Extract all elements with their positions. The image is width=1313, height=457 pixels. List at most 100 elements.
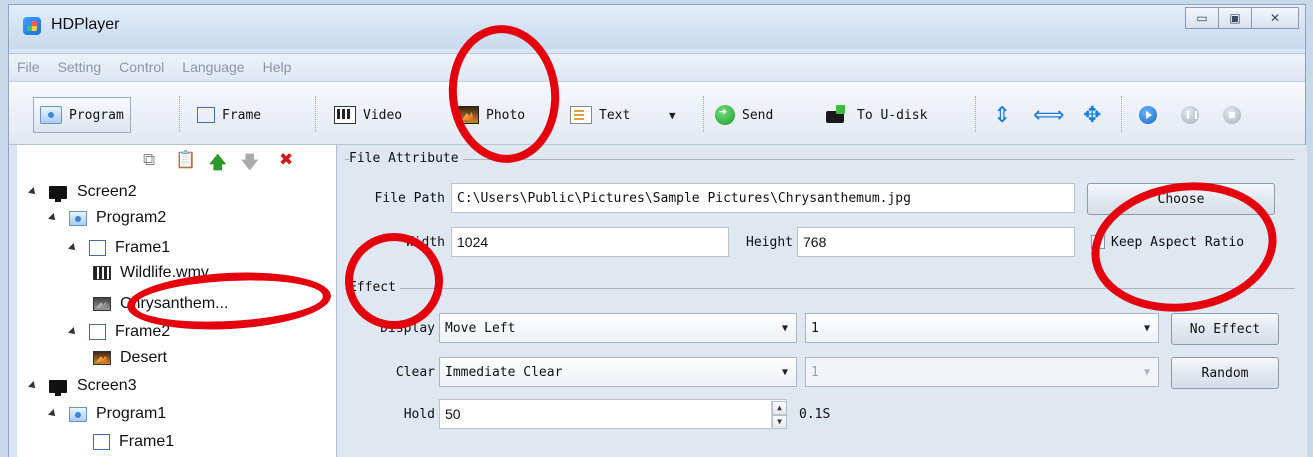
menu-control[interactable]: Control [119,59,164,75]
group-divider [345,288,1295,289]
display-speed-select[interactable]: 1 ▼ [805,313,1159,343]
expand-arrow-icon[interactable] [68,327,78,337]
maximize-button[interactable]: ▣ [1218,7,1252,29]
program-button-label: Program [69,107,124,123]
expand-arrow-icon[interactable] [28,187,38,197]
tree-node-screen[interactable]: Screen3 [28,373,137,399]
tree-node-photo-selected[interactable]: Chrysanthem... [93,291,228,317]
close-button[interactable]: ✕ [1251,7,1299,29]
hold-label: Hold [403,407,435,422]
no-effect-button[interactable]: No Effect [1171,313,1279,345]
send-button-label: Send [742,107,774,123]
tree-node-frame[interactable]: Frame1 [93,429,174,455]
app-window: HDPlayer ▭ ▣ ✕ File Setting Control Lang… [8,4,1307,457]
title-bar[interactable]: HDPlayer ▭ ▣ ✕ [9,5,1305,49]
app-logo-icon [23,17,41,35]
chevron-down-icon: ▼ [781,322,789,334]
send-button[interactable]: Send [715,97,773,133]
choose-button[interactable]: Choose [1087,183,1275,215]
tree-node-frame[interactable]: Frame1 [68,235,171,261]
photo-button[interactable]: Photo [457,97,525,133]
expand-arrow-icon[interactable] [48,409,58,419]
file-path-label: File Path [374,191,445,206]
file-attribute-title: File Attribute [349,151,463,166]
text-button[interactable]: Text [570,97,630,133]
tree-node-label: Screen2 [77,183,137,200]
photo-icon [457,106,479,124]
expand-arrow-icon[interactable] [68,243,78,253]
to-udisk-button[interactable]: To U-disk [826,97,927,133]
height-label: Height [746,235,793,250]
send-icon [715,105,735,125]
expand-arrow-icon[interactable] [28,381,38,391]
menu-language[interactable]: Language [182,59,244,75]
program-icon [69,406,87,422]
toolbar-separator [975,96,976,132]
frame-button-label: Frame [222,107,262,123]
tree-node-program[interactable]: Program1 [48,401,166,427]
toolbar-separator [179,96,180,132]
vertical-arrows-icon: ⇕ [993,102,1012,128]
tree-node-label: Desert [120,349,168,366]
effect-title: Effect [349,280,400,295]
clear-effect-select[interactable]: Immediate Clear ▼ [439,357,797,387]
pause-button[interactable] [1181,97,1199,133]
toolbar: Program Frame Video Photo Text ▼ Send [9,81,1305,145]
random-button[interactable]: Random [1171,357,1279,389]
tree-node-label: Screen3 [77,377,137,394]
clear-speed-select: 1 ▼ [805,357,1159,387]
text-dropdown-button[interactable]: ▼ [669,97,676,133]
tree-node-photo[interactable]: Desert [93,345,167,371]
move-button[interactable]: ✥ [1083,97,1101,133]
photo-icon [93,297,111,311]
to-udisk-button-label: To U-disk [857,107,928,123]
spin-down-icon[interactable]: ▼ [772,415,787,429]
text-icon [570,106,592,124]
frame-icon [89,240,106,256]
video-button[interactable]: Video [334,97,402,133]
tree-node-label: Frame2 [115,323,171,340]
tree-node-label: Frame1 [115,239,171,256]
keep-aspect-checkbox[interactable] [1091,235,1105,249]
frame-icon [89,324,106,340]
menu-file[interactable]: File [17,59,40,75]
program-icon [40,106,62,124]
delete-icon[interactable]: ✖ [279,150,293,170]
menu-setting[interactable]: Setting [58,59,102,75]
hold-spinner[interactable]: ▲ ▼ [771,401,787,429]
height-input[interactable]: 768 [797,227,1075,257]
horizontal-arrows-icon: ⟺ [1033,102,1065,128]
display-label: Display [380,321,435,336]
horizontal-resize-button[interactable]: ⟺ [1033,97,1065,133]
arrow-up-icon[interactable]: 🡅 [209,150,226,179]
play-button[interactable] [1139,97,1157,133]
screen-icon [49,379,67,396]
vertical-resize-button[interactable]: ⇕ [993,97,1011,133]
file-path-input[interactable]: C:\Users\Public\Pictures\Sample Pictures… [451,183,1075,213]
display-effect-select[interactable]: Move Left ▼ [439,313,797,343]
hold-unit-label: 0.1S [799,407,831,422]
width-input[interactable]: 1024 [451,227,729,257]
tree-node-video[interactable]: Wildlife.wmv [93,263,209,283]
expand-arrow-icon[interactable] [48,213,58,223]
program-button[interactable]: Program [33,97,131,133]
width-label: Width [405,235,445,250]
hold-input[interactable]: 50 [439,399,787,429]
photo-icon [93,351,111,365]
tree-node-screen[interactable]: Screen2 [28,179,137,205]
tree-node-frame[interactable]: Frame2 [68,319,171,345]
minimize-button[interactable]: ▭ [1185,7,1219,29]
keep-aspect-label[interactable]: Keep Aspect Ratio [1111,235,1244,250]
copy-icon[interactable]: ⧉ [143,150,155,170]
group-divider [345,159,1295,160]
video-button-label: Video [363,107,403,123]
video-icon [334,106,356,124]
spin-up-icon[interactable]: ▲ [772,401,787,415]
paste-icon[interactable]: 📋 [175,150,196,170]
frame-button[interactable]: Frame [197,97,261,133]
tree-node-program[interactable]: Program2 [48,205,166,231]
chevron-down-icon: ▼ [781,366,789,378]
arrow-down-icon[interactable]: 🡇 [241,150,258,179]
stop-button[interactable] [1223,97,1241,133]
menu-help[interactable]: Help [263,59,292,75]
